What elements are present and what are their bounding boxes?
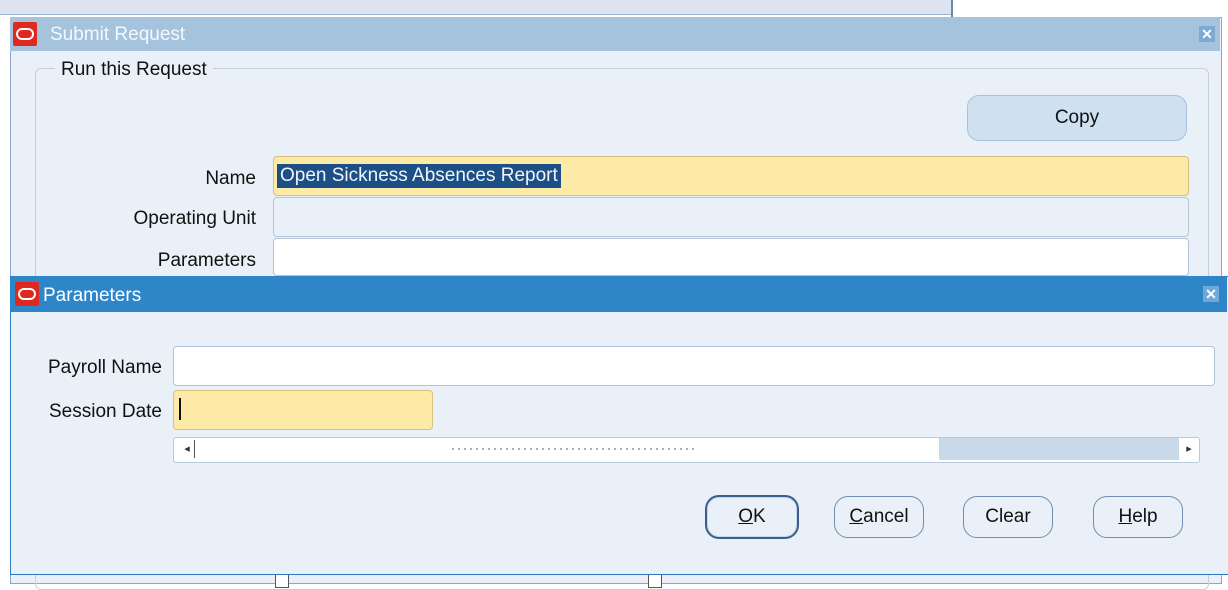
cancel-mnemonic: C [849, 506, 864, 527]
session-date-label: Session Date [48, 401, 162, 422]
ok-mnemonic: O [738, 506, 754, 527]
ok-button[interactable]: OK [705, 495, 799, 539]
payroll-name-label: Payroll Name [47, 357, 162, 378]
clear-button[interactable]: Clear [963, 496, 1053, 538]
parameters-title: Parameters [43, 285, 142, 306]
cancel-button[interactable]: Cancel [834, 496, 924, 538]
operating-unit-field[interactable] [273, 197, 1189, 237]
session-date-field[interactable] [173, 390, 433, 430]
name-label: Name [205, 168, 256, 189]
text-cursor [179, 398, 181, 420]
ok-label: K [753, 506, 766, 527]
oracle-logo-icon [15, 282, 39, 306]
output-checkbox[interactable] [275, 574, 289, 588]
run-request-legend: Run this Request [55, 59, 213, 81]
scroll-right-icon[interactable]: ▸ [1182, 440, 1196, 458]
operating-unit-label: Operating Unit [133, 208, 256, 229]
parameters-label: Parameters [157, 250, 256, 271]
copy-button[interactable]: Copy [967, 95, 1187, 141]
scrollbar-grip [450, 447, 695, 451]
parameters-titlebar[interactable] [10, 276, 1227, 312]
parameters-close-icon[interactable]: ✕ [1203, 286, 1219, 302]
help-mnemonic: H [1118, 506, 1133, 527]
parameters-field[interactable] [273, 238, 1189, 276]
help-button[interactable]: Help [1093, 496, 1183, 538]
payroll-name-field[interactable] [173, 346, 1215, 386]
help-label: elp [1132, 506, 1158, 527]
submit-request-close-icon[interactable]: ✕ [1199, 26, 1215, 42]
name-field-value: Open Sickness Absences Report [277, 164, 561, 188]
oracle-logo-icon [13, 22, 37, 46]
background-window-strip [0, 0, 952, 15]
cancel-label: ancel [863, 506, 909, 527]
print-output-checkbox[interactable] [648, 574, 662, 588]
background-window-edge [951, 0, 953, 18]
scroll-left-icon[interactable]: ◂ [180, 440, 194, 458]
submit-request-title: Submit Request [50, 24, 186, 45]
submit-request-titlebar[interactable] [10, 17, 1220, 51]
scroll-left-bar [194, 440, 195, 458]
scrollbar-thumb[interactable] [939, 438, 1179, 460]
